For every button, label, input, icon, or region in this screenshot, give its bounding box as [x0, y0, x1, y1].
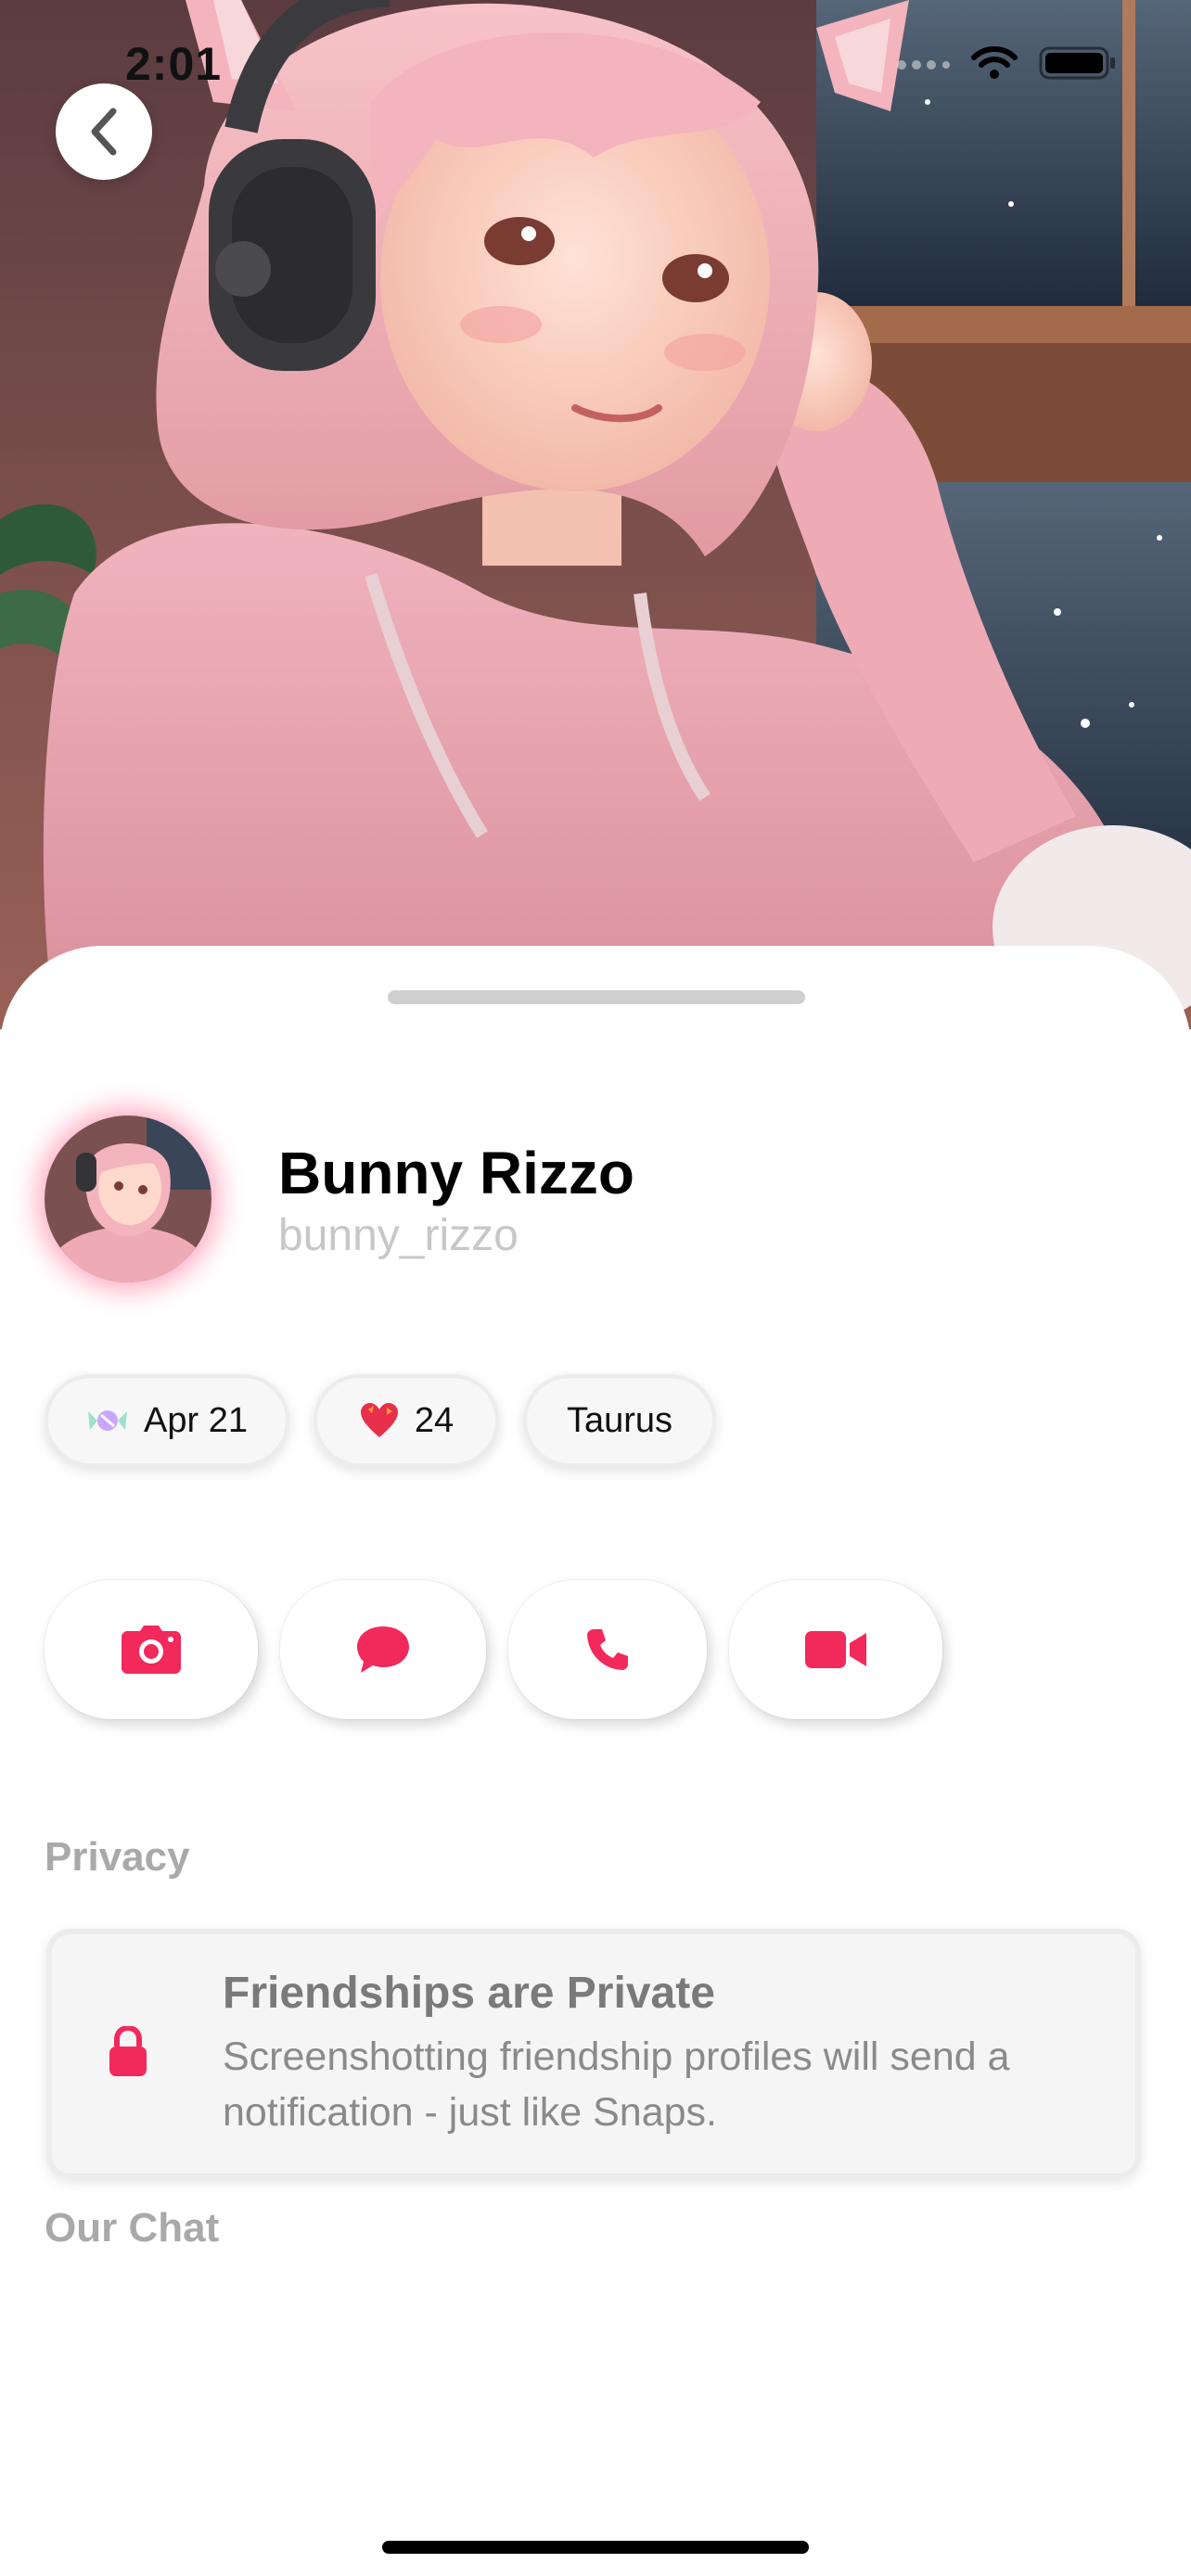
candy-icon: [88, 1410, 128, 1431]
birthday-label: Apr 21: [144, 1400, 248, 1440]
camera-icon: [122, 1626, 181, 1674]
profile-display-name: Bunny Rizzo: [278, 1140, 634, 1206]
chat-icon: [357, 1626, 409, 1673]
home-indicator[interactable]: [382, 2541, 809, 2554]
streak-count: 24: [414, 1400, 455, 1440]
voice-call-button[interactable]: [508, 1580, 707, 1719]
privacy-card: Friendships are Private Screenshotting f…: [46, 1929, 1141, 2179]
video-icon: [805, 1631, 866, 1668]
video-call-button[interactable]: [729, 1580, 942, 1719]
privacy-section-label: Privacy: [45, 1834, 190, 1880]
back-button[interactable]: [56, 83, 152, 180]
streak-badge[interactable]: 24: [314, 1374, 499, 1467]
status-icons: [894, 45, 1117, 82]
zodiac-badge[interactable]: Taurus: [523, 1374, 716, 1467]
profile-username: bunny_rizzo: [278, 1211, 519, 1260]
avatar[interactable]: [45, 1116, 211, 1282]
signal-icon: [897, 60, 950, 70]
lock-icon: [109, 2026, 147, 2076]
chevron-left-icon: [91, 108, 117, 156]
camera-button[interactable]: [45, 1580, 258, 1719]
profile-hero-image: 2:01: [0, 0, 1191, 1029]
sheet-grabber[interactable]: [388, 990, 805, 1004]
chat-section-label: Our Chat: [45, 2205, 220, 2251]
birthday-badge[interactable]: Apr 21: [45, 1374, 289, 1467]
privacy-title: Friendships are Private: [223, 1969, 715, 2018]
wifi-icon: [971, 46, 1018, 79]
chat-button[interactable]: [280, 1580, 486, 1719]
privacy-description: Screenshotting friendship profiles will …: [223, 2034, 1010, 2135]
heart-icon: [360, 1403, 398, 1437]
profile-sheet: Bunny Rizzo bunny_rizzo Apr 21 24 Taurus: [0, 946, 1191, 2576]
battery-icon: [1039, 46, 1115, 80]
status-time: 2:01: [125, 38, 223, 90]
phone-icon: [587, 1629, 628, 1670]
zodiac-label: Taurus: [566, 1400, 673, 1440]
